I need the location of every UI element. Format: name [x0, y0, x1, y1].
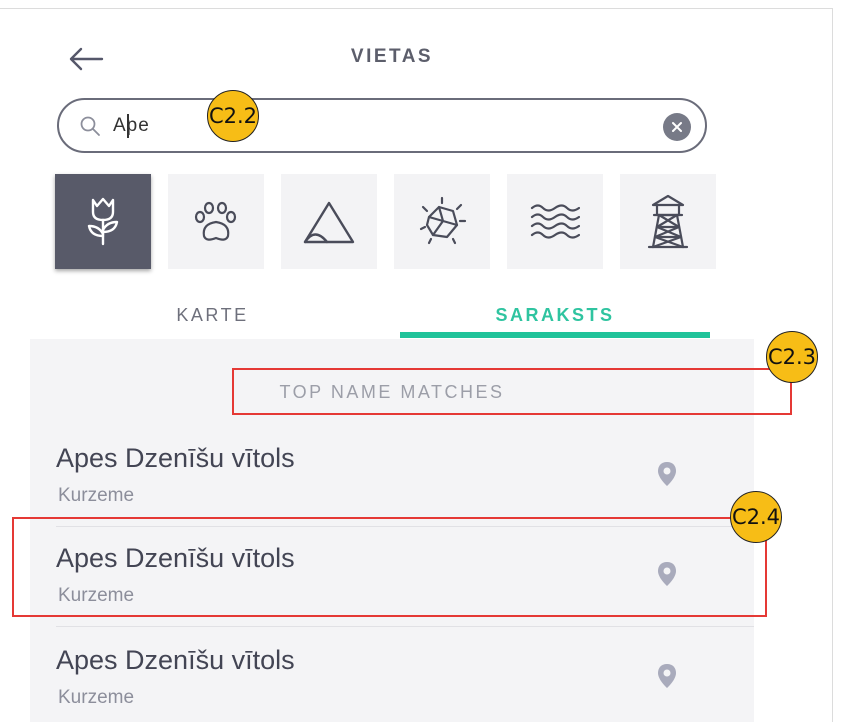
- tab-karte[interactable]: KARTE: [70, 289, 355, 341]
- mountain-icon: [303, 201, 355, 243]
- category-towers-button[interactable]: [620, 174, 716, 269]
- clear-search-button[interactable]: [663, 113, 691, 141]
- page-title: VIETAS: [350, 46, 434, 67]
- paw-icon: [194, 201, 237, 241]
- place-region: Kurzeme: [58, 485, 135, 506]
- search-bar: [57, 98, 707, 153]
- place-region: Kurzeme: [58, 687, 135, 708]
- tulip-icon: [87, 197, 119, 245]
- category-animals-button[interactable]: [168, 174, 264, 269]
- list-item[interactable]: Apes Dzenīšu vītols Kurzeme: [30, 633, 754, 722]
- search-icon: [79, 113, 105, 139]
- rock-icon: [419, 196, 467, 244]
- annotation-badge: C2.4: [730, 491, 782, 543]
- watchtower-icon: [647, 194, 689, 248]
- annotation-badge: C2.2: [207, 90, 259, 142]
- location-pin-icon: [658, 664, 676, 688]
- list-item[interactable]: Apes Dzenīšu vītols Kurzeme: [30, 431, 754, 527]
- category-plants-button[interactable]: [55, 174, 151, 269]
- annotation-badge: C2.3: [766, 331, 818, 383]
- annotation-box-section-heading: [232, 368, 792, 415]
- annotation-box-list-item: [12, 517, 767, 617]
- category-mountains-button[interactable]: [281, 174, 377, 269]
- category-rocks-button[interactable]: [394, 174, 490, 269]
- close-icon: [672, 122, 682, 132]
- divider: [56, 626, 754, 627]
- text-cursor: [127, 113, 129, 138]
- search-input[interactable]: [111, 113, 595, 138]
- water-waves-icon: [530, 203, 580, 239]
- category-water-button[interactable]: [507, 174, 603, 269]
- place-name: Apes Dzenīšu vītols: [56, 443, 295, 473]
- location-pin-icon: [658, 462, 676, 486]
- category-filter-bar: [55, 174, 716, 269]
- place-name: Apes Dzenīšu vītols: [56, 645, 295, 675]
- active-tab-indicator: [400, 332, 710, 338]
